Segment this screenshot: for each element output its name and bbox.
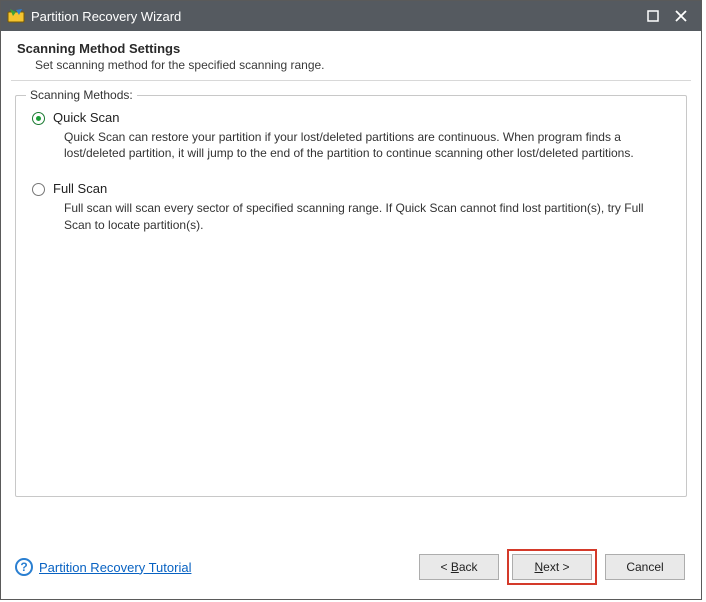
option-full-scan[interactable]: Full Scan — [32, 181, 670, 196]
header: Scanning Method Settings Set scanning me… — [1, 31, 701, 80]
help-icon: ? — [15, 558, 33, 576]
radio-quick-scan[interactable] — [32, 112, 45, 125]
content-area: Scanning Methods: Quick Scan Quick Scan … — [1, 81, 701, 539]
group-legend: Scanning Methods: — [26, 88, 137, 102]
option-description: Full scan will scan every sector of spec… — [64, 200, 670, 232]
option-label: Full Scan — [53, 181, 107, 196]
back-button[interactable]: < Back — [419, 554, 499, 580]
app-icon — [7, 7, 25, 25]
next-button-highlight: Next > — [507, 549, 597, 585]
close-button[interactable] — [667, 2, 695, 30]
window-title: Partition Recovery Wizard — [31, 9, 639, 24]
option-description: Quick Scan can restore your partition if… — [64, 129, 670, 161]
cancel-button[interactable]: Cancel — [605, 554, 685, 580]
page-subheading: Set scanning method for the specified sc… — [17, 58, 685, 72]
option-label: Quick Scan — [53, 110, 119, 125]
footer: ? Partition Recovery Tutorial < Back Nex… — [1, 539, 701, 599]
maximize-button[interactable] — [639, 2, 667, 30]
help-section: ? Partition Recovery Tutorial — [15, 558, 191, 576]
radio-full-scan[interactable] — [32, 183, 45, 196]
page-heading: Scanning Method Settings — [17, 41, 685, 56]
titlebar: Partition Recovery Wizard — [1, 1, 701, 31]
next-button[interactable]: Next > — [512, 554, 592, 580]
option-quick-scan[interactable]: Quick Scan — [32, 110, 670, 125]
scanning-methods-group: Scanning Methods: Quick Scan Quick Scan … — [15, 95, 687, 497]
wizard-window: Partition Recovery Wizard Scanning Metho… — [0, 0, 702, 600]
help-link[interactable]: Partition Recovery Tutorial — [39, 560, 191, 575]
